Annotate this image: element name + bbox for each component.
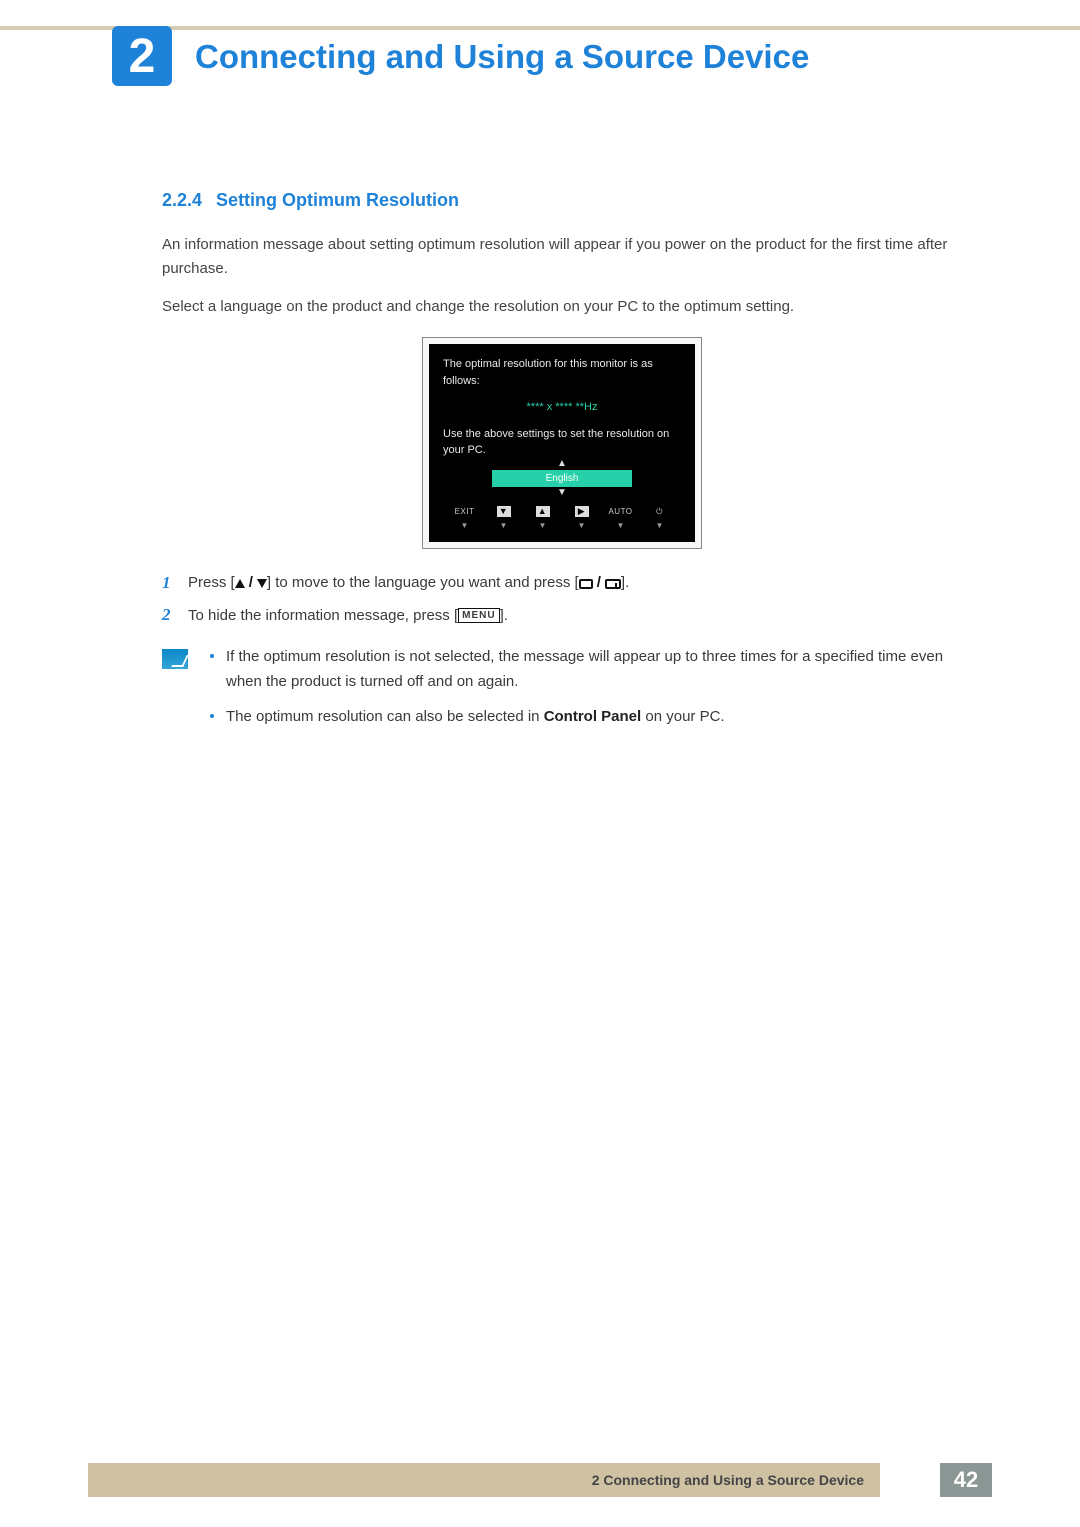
- intro-paragraph-1: An information message about setting opt…: [162, 233, 962, 281]
- step-text-2: To hide the information message, press […: [188, 602, 962, 631]
- osd-marker-row: ▼▼▼▼▼▼: [443, 520, 681, 536]
- osd-down-icon: ▼: [484, 506, 523, 518]
- chapter-badge: 2: [112, 26, 172, 86]
- ordered-steps: 1 Press [/] to move to the language you …: [162, 567, 962, 632]
- section-title: Setting Optimum Resolution: [216, 190, 459, 210]
- footer-page-number: 42: [940, 1463, 992, 1497]
- menu-button-icon: MENU: [458, 608, 499, 623]
- osd-up-icon: ▲: [523, 506, 562, 518]
- osd-frame: The optimal resolution for this monitor …: [422, 337, 702, 549]
- intro-paragraph-2: Select a language on the product and cha…: [162, 295, 962, 319]
- triangle-down-icon: [257, 579, 267, 588]
- note-bullet-2: The optimum resolution can also be selec…: [210, 705, 962, 730]
- osd-language-option: English: [492, 470, 632, 487]
- enter-icon: [605, 579, 621, 589]
- note-list: If the optimum resolution is not selecte…: [210, 645, 962, 739]
- osd-resolution: **** x **** **Hz: [443, 399, 681, 416]
- osd-button-row: EXIT ▼ ▲ ▶ AUTO ⏻: [443, 506, 681, 520]
- note-icon: [162, 649, 188, 669]
- osd-message-1: The optimal resolution for this monitor …: [443, 356, 681, 389]
- step-number-2: 2: [162, 599, 188, 631]
- step-2: 2 To hide the information message, press…: [162, 599, 962, 631]
- body: 2.2.4 Setting Optimum Resolution An infor…: [162, 190, 962, 739]
- osd-message-2: Use the above settings to set the resolu…: [443, 426, 681, 459]
- footer-label: 2 Connecting and Using a Source Device: [88, 1472, 880, 1488]
- osd-right-icon: ▶: [562, 506, 601, 518]
- step-1: 1 Press [/] to move to the language you …: [162, 567, 962, 599]
- step-text-1: Press [/] to move to the language you wa…: [188, 569, 962, 598]
- chapter-number: 2: [129, 29, 156, 84]
- osd-screenshot: The optimal resolution for this monitor …: [162, 337, 962, 549]
- page-root: 2 Connecting and Using a Source Device 2…: [0, 0, 1080, 1527]
- note-block: If the optimum resolution is not selecte…: [162, 645, 962, 739]
- select-enter-icons: /: [579, 569, 621, 598]
- osd-power-icon: ⏻: [640, 506, 679, 518]
- up-down-icons: /: [235, 569, 267, 598]
- osd-down-arrow: ▼: [443, 488, 681, 498]
- osd-auto-label: AUTO: [601, 506, 640, 518]
- chapter-title: Connecting and Using a Source Device: [195, 38, 809, 76]
- footer-bar: 2 Connecting and Using a Source Device: [88, 1463, 880, 1497]
- section-heading: 2.2.4 Setting Optimum Resolution: [162, 190, 962, 211]
- osd-inner: The optimal resolution for this monitor …: [429, 344, 695, 542]
- step-number-1: 1: [162, 567, 188, 599]
- section-number: 2.2.4: [162, 190, 202, 210]
- note-bullet-1: If the optimum resolution is not selecte…: [210, 645, 962, 695]
- osd-exit-label: EXIT: [445, 506, 484, 518]
- box-icon: [579, 579, 593, 589]
- osd-up-arrow: ▲: [443, 459, 681, 469]
- triangle-up-icon: [235, 579, 245, 588]
